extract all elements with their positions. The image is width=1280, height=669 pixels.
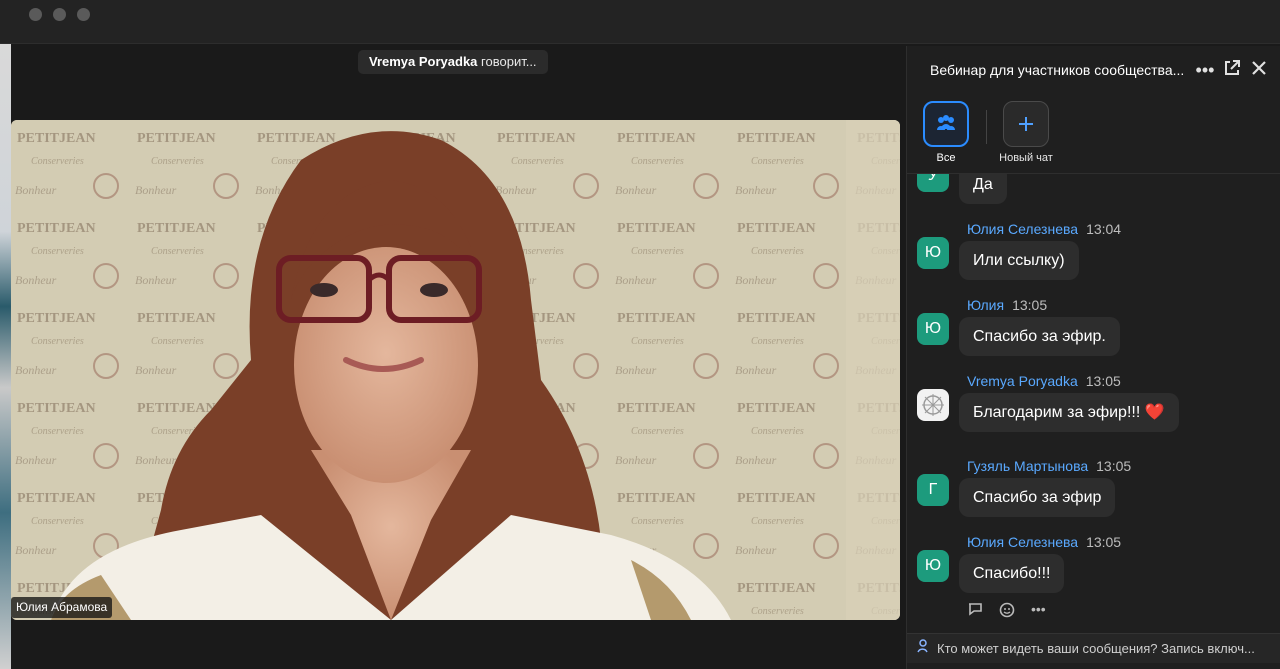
reply-thread-icon[interactable] [967, 601, 985, 617]
more-options-icon[interactable]: ••• [1194, 59, 1216, 81]
maximize-window-button[interactable] [77, 8, 90, 21]
message-time: 13:05 [1086, 534, 1122, 550]
message-time: 13:04 [1086, 221, 1122, 237]
message-bubble[interactable]: Спасибо за эфир [959, 478, 1116, 517]
chat-privacy-notice[interactable]: Кто может видеть ваши сообщения? Запись … [907, 633, 1280, 663]
active-speaker-name: Vremya Poryadka [369, 54, 478, 69]
minimize-window-button[interactable] [53, 8, 66, 21]
message-header: Гузяль Мартынова 13:05 [967, 458, 1131, 474]
message-bubble[interactable]: Да [959, 174, 1007, 204]
avatar: Ю [917, 237, 949, 269]
new-chat-button[interactable] [1003, 101, 1049, 147]
avatar: Ю [917, 550, 949, 582]
chat-message-list[interactable]: У Да Юлия Селезнева 13:04 Ю Или ссылку) Ю… [907, 174, 1280, 634]
close-window-button[interactable] [29, 8, 42, 21]
background-window-strip [0, 44, 11, 669]
tab-all-label: Все [936, 152, 956, 164]
message-sender[interactable]: Юлия Селезнева [967, 221, 1078, 237]
window-titlebar [0, 0, 1280, 44]
message-sender[interactable]: Гузяль Мартынова [967, 458, 1088, 474]
vremya-poryadka-logo-icon [922, 394, 944, 416]
message-time: 13:05 [1012, 297, 1048, 313]
emoji-reaction-icon[interactable] [999, 601, 1017, 619]
tab-new-chat[interactable]: Новый чат [991, 101, 1061, 164]
chat-header: Вебинар для участников сообщества... ••• [907, 46, 1280, 94]
close-icon[interactable] [1248, 59, 1270, 81]
tab-new-chat-label: Новый чат [999, 152, 1053, 164]
message-actions: ••• [967, 601, 1046, 619]
message-bubble[interactable]: Благодарим за эфир!!! ❤️ [959, 393, 1179, 432]
avatar: Ю [917, 313, 949, 345]
active-speaker-indicator: Vremya Poryadka говорит... [358, 50, 548, 74]
message-header: Юлия Селезнева 13:05 [967, 534, 1121, 550]
avatar: Г [917, 474, 949, 506]
window-controls [29, 8, 90, 21]
message-bubble[interactable]: Спасибо!!! [959, 554, 1065, 593]
active-speaker-status: говорит... [481, 54, 537, 69]
chat-panel: Вебинар для участников сообщества... •••… [906, 46, 1280, 669]
message-header: Vremya Poryadka 13:05 [967, 373, 1121, 389]
message-header: Юлия Селезнева 13:04 [967, 221, 1121, 237]
pop-out-icon[interactable] [1221, 59, 1243, 81]
participant-video[interactable]: PETITJEAN Conserveries Bonheur [11, 120, 900, 620]
message-time: 13:05 [1096, 458, 1132, 474]
message-sender[interactable]: Юлия Селезнева [967, 534, 1078, 550]
participant-video-image: PETITJEAN Conserveries Bonheur [11, 120, 900, 620]
chat-title: Вебинар для участников сообщества... [930, 62, 1185, 78]
participant-name-tag: Юлия Абрамова [11, 597, 113, 618]
message-bubble[interactable]: Спасибо за эфир. [959, 317, 1120, 356]
message-bubble[interactable]: Или ссылку) [959, 241, 1079, 280]
message-sender[interactable]: Юлия [967, 297, 1004, 313]
chat-privacy-text: Кто может видеть ваши сообщения? Запись … [937, 641, 1255, 656]
message-sender[interactable]: Vremya Poryadka [967, 373, 1078, 389]
user-privacy-icon [917, 634, 931, 663]
plus-icon [1019, 117, 1033, 131]
chat-tabs: Все Новый чат [907, 98, 1280, 174]
message-time: 13:05 [1085, 373, 1121, 389]
avatar: У [917, 174, 949, 192]
tab-all-button[interactable] [923, 101, 969, 147]
more-actions-icon[interactable]: ••• [1031, 601, 1046, 619]
tab-all[interactable]: Все [911, 101, 981, 164]
tab-separator [986, 110, 987, 144]
people-icon [937, 115, 955, 130]
message-header: Юлия 13:05 [967, 297, 1047, 313]
avatar [917, 389, 949, 421]
